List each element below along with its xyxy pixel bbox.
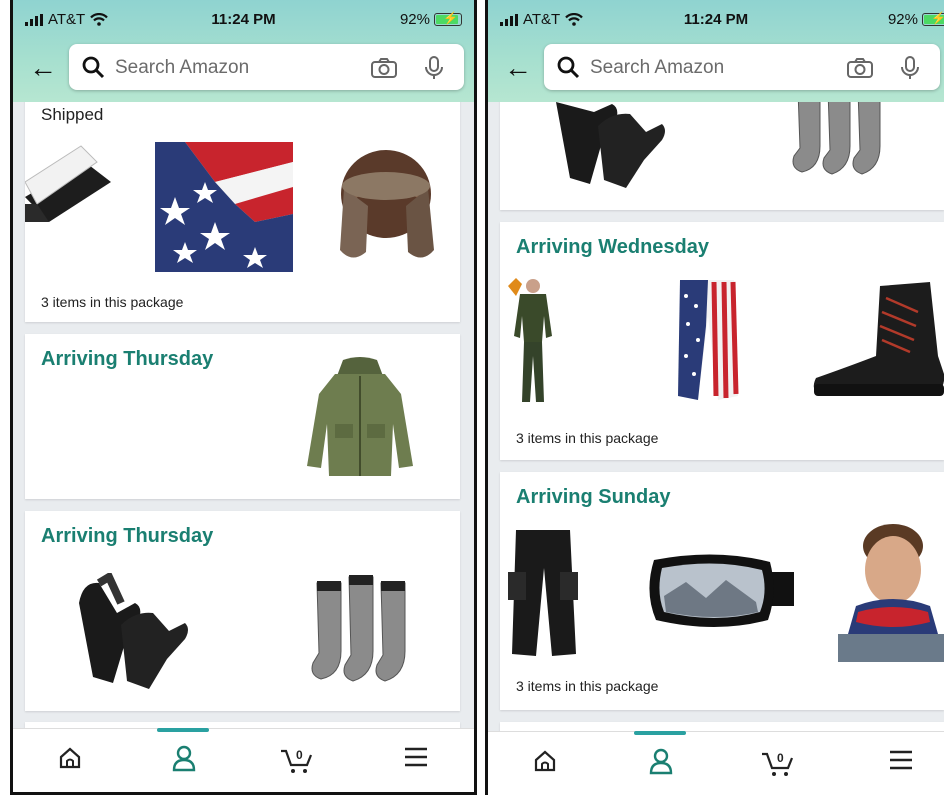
battery-icon: ⚡ [434, 11, 462, 26]
flag-pants-image[interactable] [672, 276, 742, 406]
package-arrival-title: Arriving Thursday [41, 348, 214, 370]
header-bar: AT&T 11:24 PM 92% ⚡ ← Search Amazon [13, 0, 474, 102]
battery-percent: 92% [399, 11, 430, 28]
package-card[interactable]: Shipped 3 items in this package [25, 102, 460, 322]
battery-percent: 92% [887, 11, 918, 28]
camera-icon[interactable] [846, 57, 874, 79]
status-bar: AT&T 11:24 PM 92% ⚡ [488, 0, 944, 40]
search-bar[interactable]: Search Amazon [69, 44, 464, 90]
battery-indicator: 92% ⚡ [400, 11, 462, 28]
phone-screen-right: AT&T 11:24 PM 92% ⚡ ← Search Amazon [485, 0, 944, 795]
battery-icon: ⚡ [922, 11, 944, 26]
package-arrival-title: Arriving Sunday [516, 486, 671, 508]
header-bar: AT&T 11:24 PM 92% ⚡ ← Search Amazon [488, 0, 944, 102]
search-icon [557, 56, 580, 79]
socks-image[interactable] [790, 102, 890, 178]
bottom-nav: 0 [13, 728, 474, 792]
package-item-count: 3 items in this package [41, 294, 184, 310]
package-card[interactable]: Arriving Wednesday 3 items in this packa… [500, 222, 944, 460]
account-icon[interactable] [648, 748, 674, 776]
phone-screen-left: AT&T 11:24 PM 92% ⚡ ← Search Amazon Ship… [10, 0, 477, 795]
cargo-pants-image[interactable] [504, 528, 582, 660]
ski-goggles-image[interactable] [646, 552, 794, 632]
search-input[interactable]: Search Amazon [115, 57, 249, 79]
back-arrow-icon[interactable]: ← [504, 54, 532, 82]
active-tab-indicator [157, 728, 209, 732]
account-icon[interactable] [171, 745, 197, 773]
gloves-image[interactable] [69, 573, 191, 691]
socks-image[interactable] [307, 571, 417, 691]
green-jacket-image[interactable] [305, 354, 415, 479]
package-item-count: 3 items in this package [516, 430, 659, 446]
american-flag-image[interactable] [155, 142, 293, 272]
package-card[interactable]: Arriving Sunday 3 items in this package [500, 472, 944, 710]
winter-boot-image[interactable] [810, 282, 944, 402]
trapper-hat-image[interactable] [330, 142, 438, 272]
cart-count: 0 [296, 748, 303, 762]
microphone-icon[interactable] [900, 55, 920, 81]
package-card[interactable]: Arriving Thursday [25, 334, 460, 499]
status-bar: AT&T 11:24 PM 92% ⚡ [13, 0, 474, 40]
package-arrival-title: Arriving Wednesday [516, 236, 710, 258]
menu-icon[interactable] [888, 748, 914, 772]
shipment-status: Shipped [41, 105, 104, 124]
cart-icon[interactable]: 0 [760, 748, 796, 778]
package-item-count: 3 items in this package [516, 678, 659, 694]
battery-indicator: 92% ⚡ [888, 11, 944, 28]
status-time: 11:24 PM [683, 11, 749, 28]
package-card[interactable] [500, 102, 944, 210]
orders-list: Arriving Wednesday 3 items in this packa… [488, 102, 944, 732]
cart-icon[interactable]: 0 [279, 745, 315, 775]
power-bank-image[interactable] [25, 142, 111, 252]
active-tab-indicator [634, 731, 686, 735]
menu-icon[interactable] [403, 745, 429, 769]
search-bar[interactable]: Search Amazon [544, 44, 940, 90]
search-icon [82, 56, 105, 79]
home-icon[interactable] [57, 745, 83, 771]
package-card[interactable]: Arriving Thursday [25, 511, 460, 711]
thermal-underwear-image[interactable] [502, 276, 564, 408]
camera-icon[interactable] [370, 57, 398, 79]
bottom-nav: 0 [488, 731, 944, 795]
back-arrow-icon[interactable]: ← [29, 54, 57, 82]
cart-count: 0 [777, 751, 784, 765]
face-gaiter-image[interactable] [838, 522, 944, 662]
home-icon[interactable] [532, 748, 558, 774]
orders-list: Shipped 3 items in this package Arriving… [13, 102, 474, 729]
microphone-icon[interactable] [424, 55, 444, 81]
package-arrival-title: Arriving Thursday [41, 525, 214, 547]
search-input[interactable]: Search Amazon [590, 57, 724, 79]
gloves-image[interactable] [546, 102, 668, 190]
